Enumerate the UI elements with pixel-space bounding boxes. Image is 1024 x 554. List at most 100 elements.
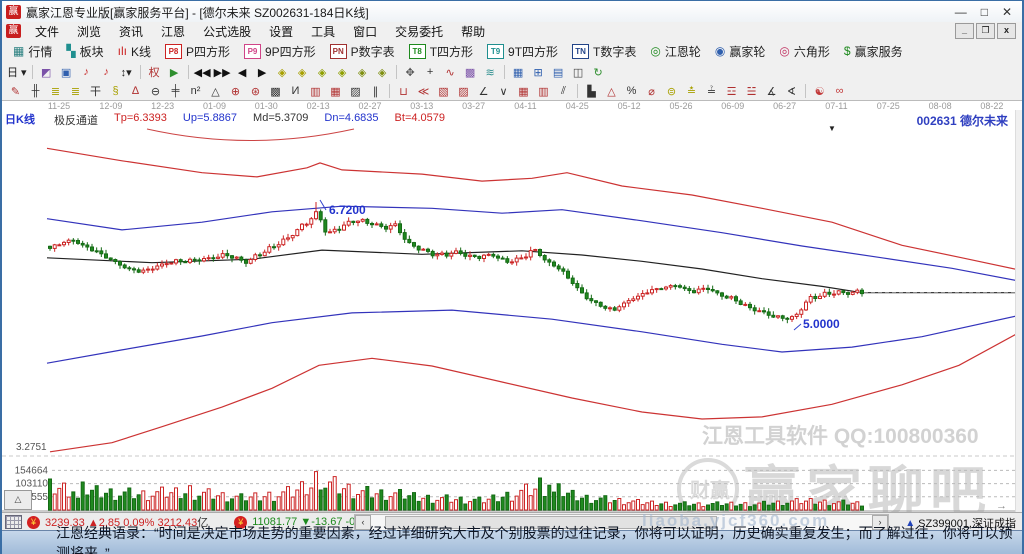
grid-box-icon[interactable]: ▩ [266,82,285,100]
toolbar-p-table-button[interactable]: PNP数字表 [325,43,400,60]
gann-diamond-3-icon[interactable]: ◈ [313,63,332,81]
square-n2-icon[interactable]: n² [186,82,205,100]
n-wave-icon[interactable]: И [286,82,305,100]
refresh-icon[interactable]: ↻ [589,63,608,81]
measure-icon[interactable]: ≟ [702,82,721,100]
close-button[interactable]: ✕ [1002,5,1012,19]
save-icon[interactable]: ◫ [569,63,588,81]
ruler-tool-icon[interactable]: ╪ [166,82,185,100]
menu-item-工具[interactable]: 工具 [302,25,344,39]
period-selector[interactable]: 日 ▾ [6,63,28,81]
gold-line-icon[interactable]: ≛ [682,82,701,100]
note-small-icon[interactable]: ♪ [77,63,96,81]
trend2-icon[interactable]: ∢ [782,82,801,100]
hand-tool-icon[interactable]: ✥ [401,63,420,81]
box-red2-icon[interactable]: ▦ [326,82,345,100]
taiji-icon[interactable]: ☯ [810,82,829,100]
gann-grid-gold-icon[interactable]: ≣ [46,82,65,100]
menu-item-江恩[interactable]: 江恩 [152,25,194,39]
hatch-red2-icon[interactable]: ▨ [454,82,473,100]
menu-item-公式选股[interactable]: 公式选股 [194,25,260,39]
menu-item-设置[interactable]: 设置 [260,25,302,39]
triangle-tool-icon[interactable]: △ [206,82,225,100]
toolbar-t-square-button[interactable]: T8T四方形 [404,43,478,60]
toolbar-winner-service-button[interactable]: $赢家服务 [839,43,908,60]
menu-item-窗口[interactable]: 窗口 [344,25,386,39]
gann-diamond-2-icon[interactable]: ◈ [293,63,312,81]
calculator-icon[interactable]: ⊞ [529,63,548,81]
last-bar-icon[interactable]: ▶▶ [213,63,232,81]
trend-icon[interactable]: ∡ [762,82,781,100]
gold-circle-icon[interactable]: ⊜ [662,82,681,100]
menu-item-交易委托[interactable]: 交易委托 [386,25,452,39]
crosshair-icon[interactable]: + [421,63,440,81]
mdi-minimize-button[interactable]: _ [955,23,974,39]
next-bar-icon[interactable]: ▶ [253,63,272,81]
grid2-icon[interactable]: ▦ [514,82,533,100]
toolbar-quotes-button[interactable]: ▦行情 [8,43,57,60]
rights-adjust-icon[interactable]: 权 [145,63,164,81]
channel-icon[interactable]: ☲ [722,82,741,100]
toolbar-9t-square-button[interactable]: T99T四方形 [482,43,563,60]
circle-cross-icon[interactable]: ⊕ [226,82,245,100]
menu-item-帮助[interactable]: 帮助 [452,25,494,39]
play-flag-icon[interactable]: ▶ [165,63,184,81]
mdi-close-button[interactable]: x [997,23,1016,39]
gann-diamond-1-icon[interactable]: ◈ [273,63,292,81]
wave-tool-icon[interactable]: ∿ [441,63,460,81]
note-large-icon[interactable]: ♪ [97,63,116,81]
pct-line-icon[interactable]: ⌀ [642,82,661,100]
toolbar-p-square-button[interactable]: P8P四方形 [160,43,235,60]
angle-tool-icon[interactable]: ∠ [474,82,493,100]
box-red-icon[interactable]: ▥ [306,82,325,100]
pencil-tool-icon[interactable]: ✎ [6,82,25,100]
spiral-tool-icon[interactable]: § [106,82,125,100]
lines-icon[interactable]: ≋ [481,63,500,81]
multiwindow-icon[interactable]: ◩ [37,63,56,81]
gann-diamond-6-icon[interactable]: ◈ [373,63,392,81]
gann-diamond-5-icon[interactable]: ◈ [353,63,372,81]
check-tool-icon[interactable]: ∨ [494,82,513,100]
ellipse-tool-icon[interactable]: ⊖ [146,82,165,100]
chart-area[interactable]: 江恩工具软件 QQ:100800360财赢赢家聊吧3.2751154664103… [2,110,1018,512]
tick-ruler-icon[interactable]: ∥ [366,82,385,100]
toolbar-hexagon-button[interactable]: ◎六角形 [774,43,835,60]
percent-icon[interactable]: % [622,82,641,100]
grid-dark-icon[interactable]: ▨ [346,82,365,100]
hatch-tool-icon[interactable]: ╫ [26,82,45,100]
quote-grid-icon[interactable] [5,515,22,529]
hatch-red-icon[interactable]: ▧ [434,82,453,100]
maximize-button[interactable]: □ [981,5,988,19]
scale-toggle-icon[interactable]: ↕▾ [117,63,136,81]
slash-lines-icon[interactable]: ⫽ [554,82,573,100]
panel-icon[interactable]: ▣ [57,63,76,81]
minimize-button[interactable]: — [955,5,967,19]
toolbar-winner-wheel-button[interactable]: ◉赢家轮 [710,43,771,60]
grid3-icon[interactable]: ▥ [534,82,553,100]
bars-tool-icon[interactable]: ▙ [582,82,601,100]
first-bar-icon[interactable]: ◀◀ [193,63,212,81]
toolbar-t-table-button[interactable]: TNT数字表 [567,43,641,60]
star-burst-icon[interactable]: ⊛ [246,82,265,100]
gann-grid-gold2-icon[interactable]: ≣ [66,82,85,100]
fan-lines-icon[interactable]: ≪ [414,82,433,100]
pct-triangle-icon[interactable]: △ [602,82,621,100]
infinity-icon[interactable]: ∞ [830,82,849,100]
prev-bar-icon[interactable]: ◀ [233,63,252,81]
expand-pane-button[interactable]: △ [4,490,32,510]
menu-item-浏览[interactable]: 浏览 [68,25,110,39]
calendar-icon[interactable]: ▦ [509,63,528,81]
toolbar-gann-wheel-button[interactable]: ◎江恩轮 [645,43,706,60]
mdi-restore-button[interactable]: ❐ [976,23,995,39]
gann-diamond-4-icon[interactable]: ◈ [333,63,352,81]
window-tool-icon[interactable]: ⊔ [394,82,413,100]
menu-item-文件[interactable]: 文件 [26,25,68,39]
report-icon[interactable]: ▤ [549,63,568,81]
toolbar-9p-square-button[interactable]: P99P四方形 [239,43,321,60]
toolbar-kline-button[interactable]: ılıK线 [113,43,156,60]
toolbar-blocks-button[interactable]: ▚板块 [61,43,108,60]
menu-item-资讯[interactable]: 资讯 [110,25,152,39]
brush-icon[interactable]: ▩ [461,63,480,81]
angle-marker-icon[interactable]: ∆ [126,82,145,100]
level-tool-icon[interactable]: 干 [86,82,105,100]
